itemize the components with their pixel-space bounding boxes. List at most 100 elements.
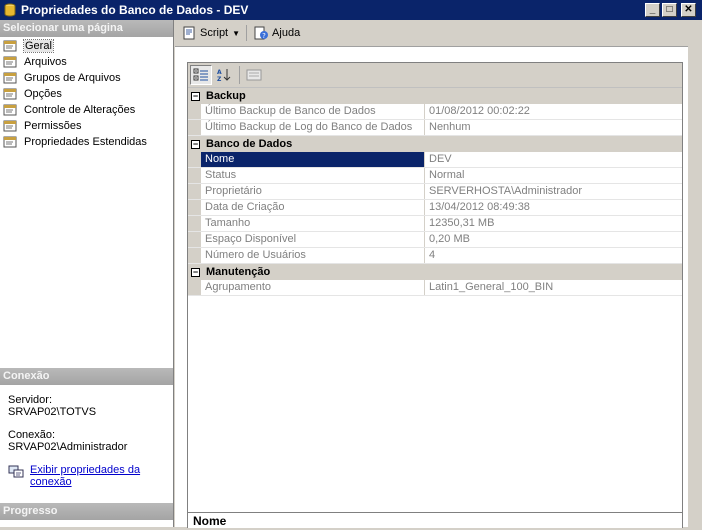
page-label: Propriedades Estendidas	[24, 136, 147, 148]
help-button[interactable]: ? Ajuda	[250, 23, 303, 43]
property-value[interactable]: Nenhum	[425, 120, 682, 135]
property-value[interactable]: 01/08/2012 00:02:22	[425, 104, 682, 119]
category-row[interactable]: − Banco de Dados	[188, 136, 682, 152]
dropdown-arrow-icon[interactable]: ▼	[232, 29, 240, 38]
svg-text:?: ?	[262, 32, 266, 40]
property-row[interactable]: Espaço Disponível 0,20 MB	[188, 232, 682, 248]
close-button[interactable]: ✕	[681, 3, 696, 17]
page-item-geral[interactable]: Geral	[0, 38, 173, 54]
script-label: Script	[200, 27, 229, 39]
grid-toolbar-separator	[239, 66, 240, 84]
maximize-button[interactable]: □	[662, 3, 677, 17]
right-panel: Script ▼ ? Ajuda A Z − Backup Último Bac…	[175, 20, 695, 528]
property-row[interactable]: Nome DEV	[188, 152, 682, 168]
help-label: Ajuda	[272, 27, 301, 39]
sort-az-icon: A Z	[217, 69, 231, 82]
property-grid-toolbar: A Z	[188, 63, 682, 88]
property-row[interactable]: Número de Usuários 4	[188, 248, 682, 264]
property-value[interactable]: Latin1_General_100_BIN	[425, 280, 682, 295]
row-gutter	[188, 200, 201, 215]
row-gutter	[188, 152, 201, 167]
property-row[interactable]: Agrupamento Latin1_General_100_BIN	[188, 280, 682, 296]
property-grid-body: − Backup Último Backup de Banco de Dados 01…	[188, 88, 682, 296]
property-name[interactable]: Número de Usuários	[201, 248, 425, 263]
property-value[interactable]: 4	[425, 248, 682, 263]
page-label: Arquivos	[24, 56, 67, 68]
connection-label: Conexão:	[8, 429, 56, 441]
category-row[interactable]: − Backup	[188, 88, 682, 104]
property-row[interactable]: Último Backup de Log do Banco de Dados Ne…	[188, 120, 682, 136]
minimize-button[interactable]: _	[645, 3, 660, 17]
description-pane: Nome	[187, 512, 683, 528]
left-panel: Selecionar uma página Geral Arquivos Gru…	[0, 20, 174, 527]
view-connection-properties[interactable]: Exibir propriedades da conexão	[8, 464, 165, 488]
page-icon	[3, 88, 18, 101]
property-value[interactable]: SERVERHOSTA\Administrador	[425, 184, 682, 199]
maximize-icon: □	[666, 4, 673, 15]
row-gutter	[188, 280, 201, 295]
collapse-icon[interactable]: −	[191, 267, 200, 277]
server-label: Servidor:	[8, 394, 53, 406]
window-title-bar: Propriedades do Banco de Dados - DEV _ □…	[0, 0, 702, 20]
property-pages-button[interactable]	[243, 65, 265, 85]
scrollbar-edge	[688, 46, 695, 527]
property-row[interactable]: Data de Criação 13/04/2012 08:49:38	[188, 200, 682, 216]
property-name[interactable]: Agrupamento	[201, 280, 425, 295]
page-item-opcoes[interactable]: Opções	[0, 86, 173, 102]
property-value[interactable]: 12350,31 MB	[425, 216, 682, 231]
content-area: A Z − Backup Último Backup de Banco de Dad…	[175, 46, 695, 528]
page-item-permissoes[interactable]: Permissões	[0, 118, 173, 134]
page-label: Permissões	[24, 120, 82, 132]
property-value[interactable]: Normal	[425, 168, 682, 183]
row-gutter	[188, 216, 201, 231]
property-value[interactable]: 13/04/2012 08:49:38	[425, 200, 682, 215]
property-name[interactable]: Espaço Disponível	[201, 232, 425, 247]
property-row[interactable]: Tamanho 12350,31 MB	[188, 216, 682, 232]
property-name[interactable]: Proprietário	[201, 184, 425, 199]
page-item-grupos-de-arquivos[interactable]: Grupos de Arquivos	[0, 70, 173, 86]
property-name[interactable]: Tamanho	[201, 216, 425, 231]
view-connection-properties-link[interactable]: Exibir propriedades da	[30, 464, 140, 476]
property-row[interactable]: Proprietário SERVERHOSTA\Administrador	[188, 184, 682, 200]
row-gutter	[188, 168, 201, 183]
category-name: Manutenção	[206, 266, 271, 278]
script-button[interactable]: Script ▼	[178, 23, 243, 43]
database-icon	[4, 3, 16, 17]
categorized-view-button[interactable]	[190, 65, 212, 85]
minimize-icon: _	[649, 4, 656, 15]
select-page-header: Selecionar uma página	[0, 20, 173, 37]
script-icon	[183, 26, 195, 40]
page-item-controle-de-alteracoes[interactable]: Controle de Alterações	[0, 102, 173, 118]
progress-header: Progresso	[0, 503, 173, 520]
property-value[interactable]: DEV	[425, 152, 682, 167]
property-name[interactable]: Data de Criação	[201, 200, 425, 215]
category-row[interactable]: − Manutenção	[188, 264, 682, 280]
page-icon	[3, 136, 18, 149]
description-title: Nome	[193, 514, 227, 528]
main-toolbar: Script ▼ ? Ajuda	[175, 20, 695, 46]
row-gutter	[188, 232, 201, 247]
collapse-icon[interactable]: −	[191, 139, 200, 149]
property-pages-icon	[246, 69, 262, 81]
category-name: Banco de Dados	[206, 138, 293, 150]
page-list: Geral Arquivos Grupos de Arquivos Opções…	[0, 38, 173, 150]
help-icon: ?	[254, 26, 269, 40]
property-name[interactable]: Status	[201, 168, 425, 183]
page-item-propriedades-estendidas[interactable]: Propriedades Estendidas	[0, 134, 173, 150]
view-connection-properties-link-cont[interactable]: conexão	[30, 476, 140, 488]
connection-header: Conexão	[0, 368, 173, 385]
property-name[interactable]: Último Backup de Banco de Dados	[201, 104, 425, 119]
page-item-arquivos[interactable]: Arquivos	[0, 54, 173, 70]
collapse-icon[interactable]: −	[191, 91, 200, 101]
page-label: Opções	[24, 88, 62, 100]
property-value[interactable]: 0,20 MB	[425, 232, 682, 247]
alphabetical-view-button[interactable]: A Z	[213, 65, 235, 85]
categorized-icon	[193, 68, 208, 81]
row-gutter	[188, 104, 201, 119]
property-row[interactable]: Status Normal	[188, 168, 682, 184]
category-name: Backup	[206, 90, 246, 102]
property-name[interactable]: Último Backup de Log do Banco de Dados	[201, 120, 425, 135]
property-row[interactable]: Último Backup de Banco de Dados 01/08/201…	[188, 104, 682, 120]
property-name[interactable]: Nome	[201, 152, 425, 167]
page-label: Grupos de Arquivos	[24, 72, 121, 84]
